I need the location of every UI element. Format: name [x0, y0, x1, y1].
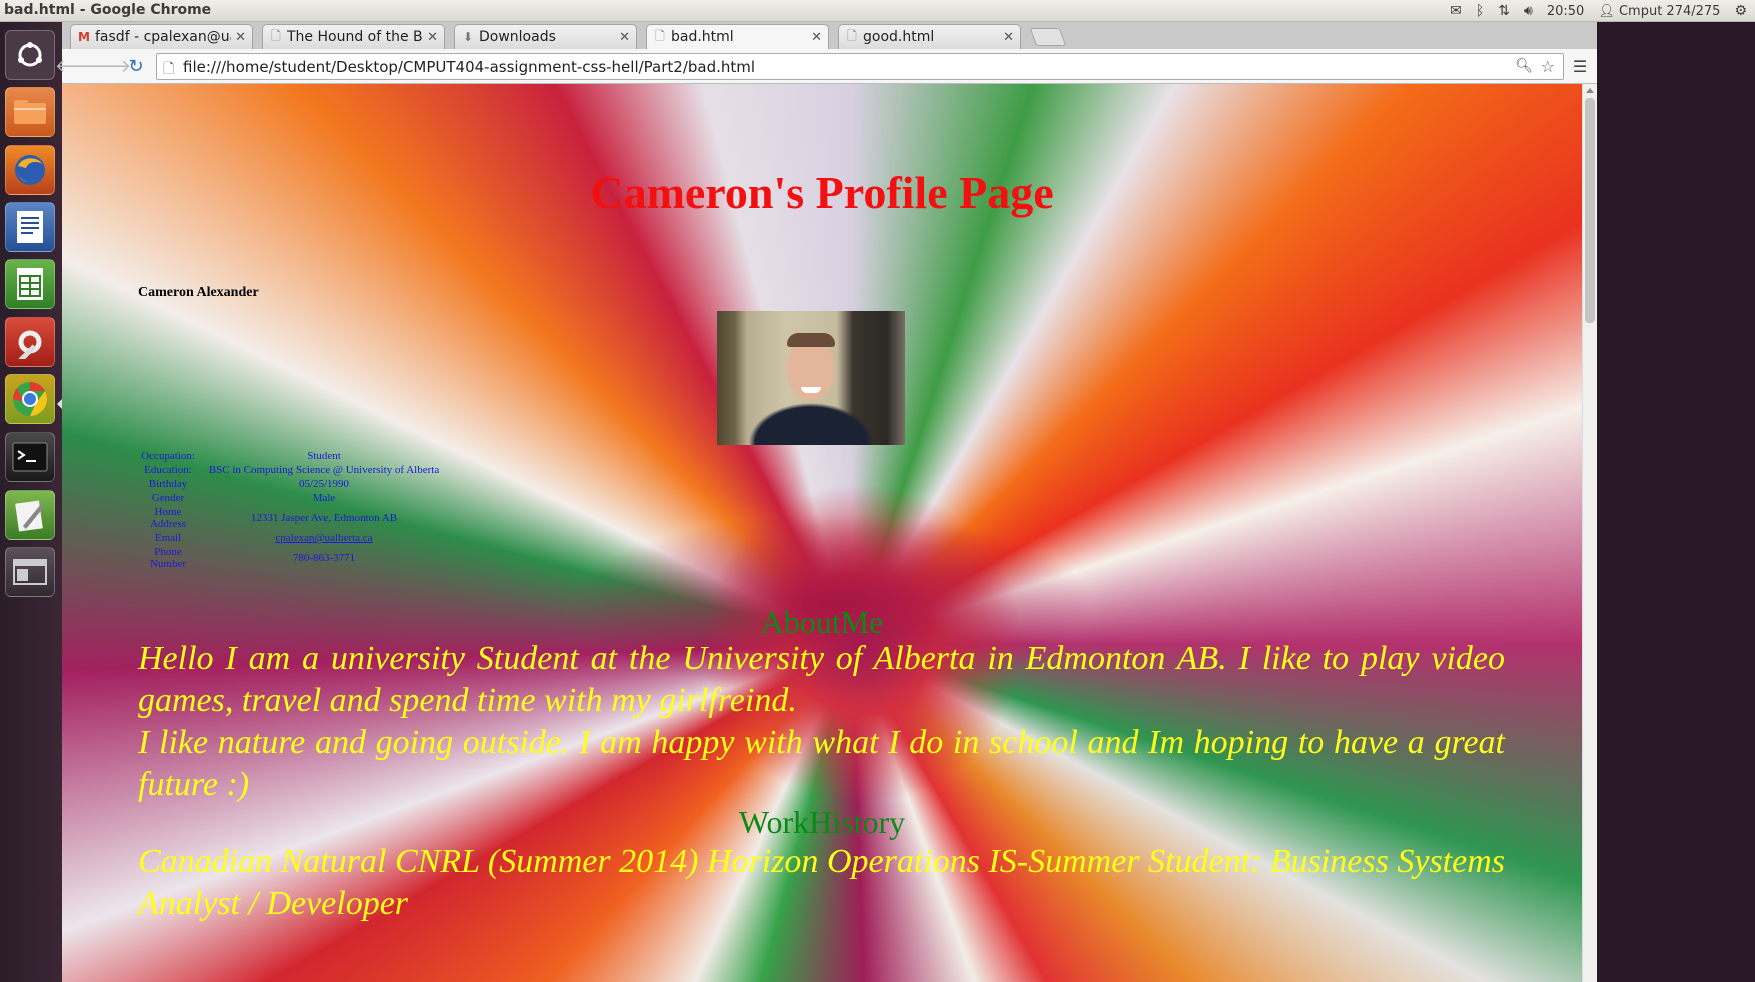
network-icon[interactable]: ⇅: [1498, 0, 1510, 22]
workspace-switcher-icon[interactable]: [5, 547, 55, 597]
page-viewport: Cameron's Profile Page Cameron Alexander…: [62, 84, 1582, 982]
settings-gear-icon[interactable]: ⚙: [1734, 0, 1747, 22]
profile-name: Cameron Alexander: [138, 285, 259, 300]
profile-photo: [717, 311, 905, 445]
tab-title: Downloads: [479, 29, 556, 45]
page-icon: 🗋︎: [163, 61, 175, 77]
about-heading: AboutMe: [760, 604, 884, 640]
info-label: Birthday: [148, 478, 188, 490]
info-value: 12331 Jasper Ave, Edmonton AB: [250, 512, 398, 524]
info-label: Phone Number: [149, 546, 187, 570]
tab-good-html[interactable]: 🗋︎ good.html ✕: [838, 24, 1021, 49]
info-table: Occupation: Student Education: BSC in Co…: [133, 448, 447, 572]
tab-strip: M fasdf - cpalexan@ua ✕ 🗋︎ The Hound of …: [62, 22, 1597, 49]
tab-title: bad.html: [671, 29, 734, 45]
terminal-icon[interactable]: [5, 432, 55, 482]
menu-hamburger-icon[interactable]: ☰: [1570, 57, 1590, 77]
tab-title: good.html: [863, 29, 935, 45]
about-paragraph-2: I like nature and going outside. I am ha…: [138, 724, 1505, 803]
address-bar[interactable]: 🗋︎ file:///home/student/Desktop/CMPUT404…: [156, 53, 1564, 80]
info-label: Occupation:: [141, 450, 195, 462]
search-icon[interactable]: 🔍︎: [1515, 58, 1533, 74]
user-name: Cmput 274/275: [1618, 3, 1721, 19]
close-icon[interactable]: ✕: [427, 30, 438, 45]
files-icon[interactable]: [5, 87, 55, 137]
info-label: Home Address: [149, 506, 187, 530]
table-row: Gender Male: [135, 492, 445, 504]
libreoffice-writer-icon[interactable]: [5, 202, 55, 252]
table-row: Education: BSC in Computing Science @ Un…: [135, 464, 445, 476]
dash-home-icon[interactable]: [5, 30, 55, 80]
launcher: [0, 22, 63, 982]
chrome-window: M fasdf - cpalexan@ua ✕ 🗋︎ The Hound of …: [55, 22, 1597, 982]
vertical-scrollbar[interactable]: [1582, 84, 1597, 982]
close-icon[interactable]: ✕: [235, 30, 246, 45]
page-title: Cameron's Profile Page: [590, 167, 1054, 218]
close-icon[interactable]: ✕: [811, 30, 822, 45]
firefox-icon[interactable]: [5, 145, 55, 195]
page-icon: 🗋︎: [271, 28, 281, 43]
table-row: Occupation: Student: [135, 450, 445, 462]
photo-smile: [801, 387, 821, 393]
user-menu[interactable]: 👤︎ Cmput 274/275: [1598, 4, 1720, 19]
info-label: Education:: [144, 464, 192, 476]
close-icon[interactable]: ✕: [619, 30, 630, 45]
top-panel: bad.html - Google Chrome ✉ ᛒ ⇅ 🔊︎ 20:50 …: [0, 0, 1755, 22]
table-row: Home Address 12331 Jasper Ave, Edmonton …: [135, 506, 445, 530]
work-heading: WorkHistory: [738, 804, 906, 840]
photo-hair: [787, 333, 835, 347]
download-icon: ⬇: [462, 30, 474, 44]
tab-downloads[interactable]: ⬇ Downloads ✕: [454, 24, 637, 49]
libreoffice-calc-icon[interactable]: [5, 259, 55, 309]
clock[interactable]: 20:50: [1547, 4, 1584, 19]
window-title: bad.html - Google Chrome: [4, 2, 212, 18]
info-label: Email: [154, 532, 182, 544]
email-link[interactable]: cpalexan@ualberta.ca: [275, 532, 372, 544]
info-value: Male: [312, 492, 336, 504]
about-paragraph-1: Hello I am a university Student at the U…: [138, 640, 1505, 719]
info-value: Student: [307, 450, 341, 462]
system-tray: ✉ ᛒ ⇅ 🔊︎ 20:50 👤︎ Cmput 274/275 ⚙: [1450, 0, 1755, 22]
info-value: 780-863-3771: [292, 552, 356, 564]
volume-icon[interactable]: 🔊︎: [1524, 0, 1533, 22]
info-label: Gender: [151, 492, 185, 504]
scroll-up-arrow-icon[interactable]: [1586, 88, 1594, 93]
page-icon: 🗋︎: [655, 28, 665, 43]
bookmark-star-icon[interactable]: ☆: [1541, 57, 1555, 76]
tab-gmail[interactable]: M fasdf - cpalexan@ua ✕: [70, 24, 253, 49]
reload-icon[interactable]: ↻: [125, 55, 147, 77]
new-tab-button[interactable]: [1029, 28, 1067, 46]
about-text: Hello I am a university Student at the U…: [138, 638, 1505, 806]
scroll-thumb[interactable]: [1585, 98, 1595, 323]
forward-arrow-icon[interactable]: 🡒: [83, 55, 131, 77]
table-row: Phone Number 780-863-3771: [135, 546, 445, 570]
user-icon: 👤︎: [1598, 3, 1615, 19]
page-icon: 🗋︎: [847, 28, 857, 43]
mail-icon[interactable]: ✉: [1450, 0, 1462, 22]
text-editor-icon[interactable]: [5, 490, 55, 540]
info-value: BSC in Computing Science @ University of…: [208, 464, 440, 476]
gmail-icon: M: [78, 30, 90, 44]
table-row: Email cpalexan@ualberta.ca: [135, 532, 445, 544]
chrome-icon[interactable]: [5, 374, 55, 424]
tab-title: The Hound of the Ba: [287, 29, 424, 45]
system-settings-icon[interactable]: [5, 317, 55, 367]
info-value: 05/25/1990: [298, 478, 350, 490]
bluetooth-icon[interactable]: ᛒ: [1476, 0, 1484, 22]
info-value: cpalexan@ualberta.ca: [203, 532, 445, 544]
close-icon[interactable]: ✕: [1003, 30, 1014, 45]
work-text: Canadian Natural CNRL (Summer 2014) Hori…: [138, 843, 1505, 922]
tab-title: fasdf - cpalexan@ua: [95, 29, 232, 45]
browser-toolbar: 🡐 🡒 ↻ 🗋︎ file:///home/student/Desktop/CM…: [55, 49, 1597, 84]
table-row: Birthday 05/25/1990: [135, 478, 445, 490]
tab-hound[interactable]: 🗋︎ The Hound of the Ba ✕: [262, 24, 445, 49]
tab-bad-html[interactable]: 🗋︎ bad.html ✕: [646, 24, 829, 49]
url-text[interactable]: file:///home/student/Desktop/CMPUT404-as…: [183, 58, 755, 76]
